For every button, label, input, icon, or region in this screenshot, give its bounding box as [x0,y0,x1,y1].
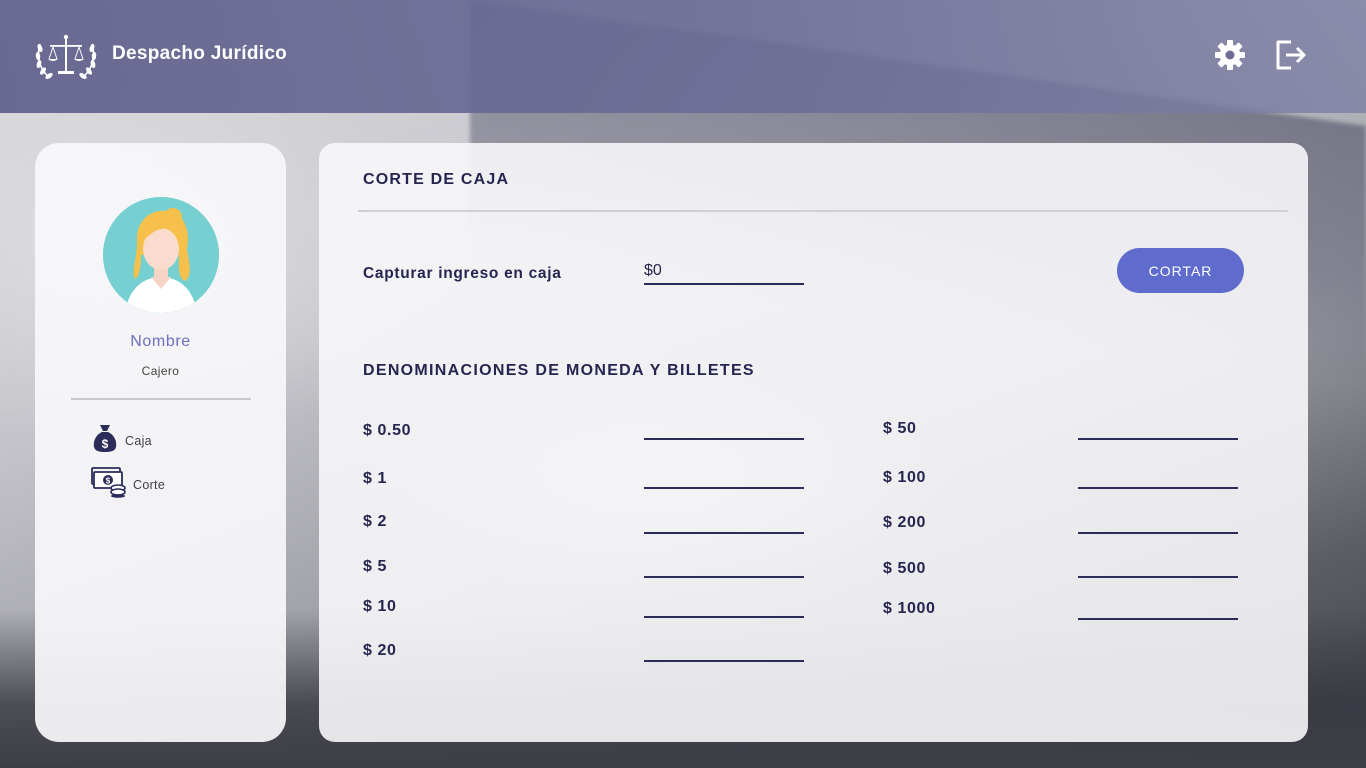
denom-input-5[interactable] [644,554,804,578]
denom-label-1: $ 1 [363,470,388,487]
sidebar-divider [71,398,251,400]
denom-input-20[interactable] [644,638,804,662]
denom-label-100: $ 100 [883,469,927,486]
denom-label-20: $ 20 [363,642,397,659]
avatar [103,197,219,313]
sidebar-item-caja[interactable]: $ Caja [91,423,152,458]
denom-label-500: $ 500 [883,560,927,577]
denom-label-0-50: $ 0.50 [363,422,412,439]
brand-title: Despacho Jurídico [112,43,288,64]
denom-label-2: $ 2 [363,513,388,530]
title-divider [358,210,1288,212]
sidebar-item-label: Corte [133,477,166,492]
denom-label-50: $ 50 [883,420,917,437]
main-panel: CORTE DE CAJA Capturar ingreso en caja C… [319,143,1308,742]
top-header: Despacho Jurídico [0,0,1366,113]
capture-income-input[interactable] [644,259,804,285]
sidebar-item-corte[interactable]: $ Corte [91,466,165,503]
cash-coins-icon: $ [91,466,127,503]
denominations-title: DENOMINACIONES DE MONEDA Y BILLETES [363,362,755,379]
denom-label-10: $ 10 [363,598,397,615]
capture-label: Capturar ingreso en caja [363,265,562,282]
user-role: Cajero [141,364,180,378]
user-name: Nombre [130,333,191,350]
denom-input-500[interactable] [1078,554,1238,578]
denom-label-1000: $ 1000 [883,600,936,617]
denom-input-100[interactable] [1078,465,1238,489]
denom-input-0-50[interactable] [644,416,804,440]
sidebar: Nombre Cajero $ Caja $ Corte [35,143,286,742]
scales-laurel-logo [34,26,98,88]
denom-input-10[interactable] [644,594,804,618]
logout-icon[interactable] [1274,38,1308,72]
gear-icon[interactable] [1213,38,1247,72]
denom-input-50[interactable] [1078,416,1238,440]
svg-text:$: $ [102,437,109,451]
svg-text:$: $ [106,477,111,486]
denom-input-200[interactable] [1078,510,1238,534]
money-bag-icon: $ [91,423,119,458]
denom-input-1000[interactable] [1078,596,1238,620]
denom-input-2[interactable] [644,510,804,534]
cortar-button[interactable]: CORTAR [1117,248,1244,293]
sidebar-item-label: Caja [125,433,152,448]
denom-label-5: $ 5 [363,558,388,575]
page-title: CORTE DE CAJA [363,171,510,188]
denom-label-200: $ 200 [883,514,927,531]
denom-input-1[interactable] [644,465,804,489]
